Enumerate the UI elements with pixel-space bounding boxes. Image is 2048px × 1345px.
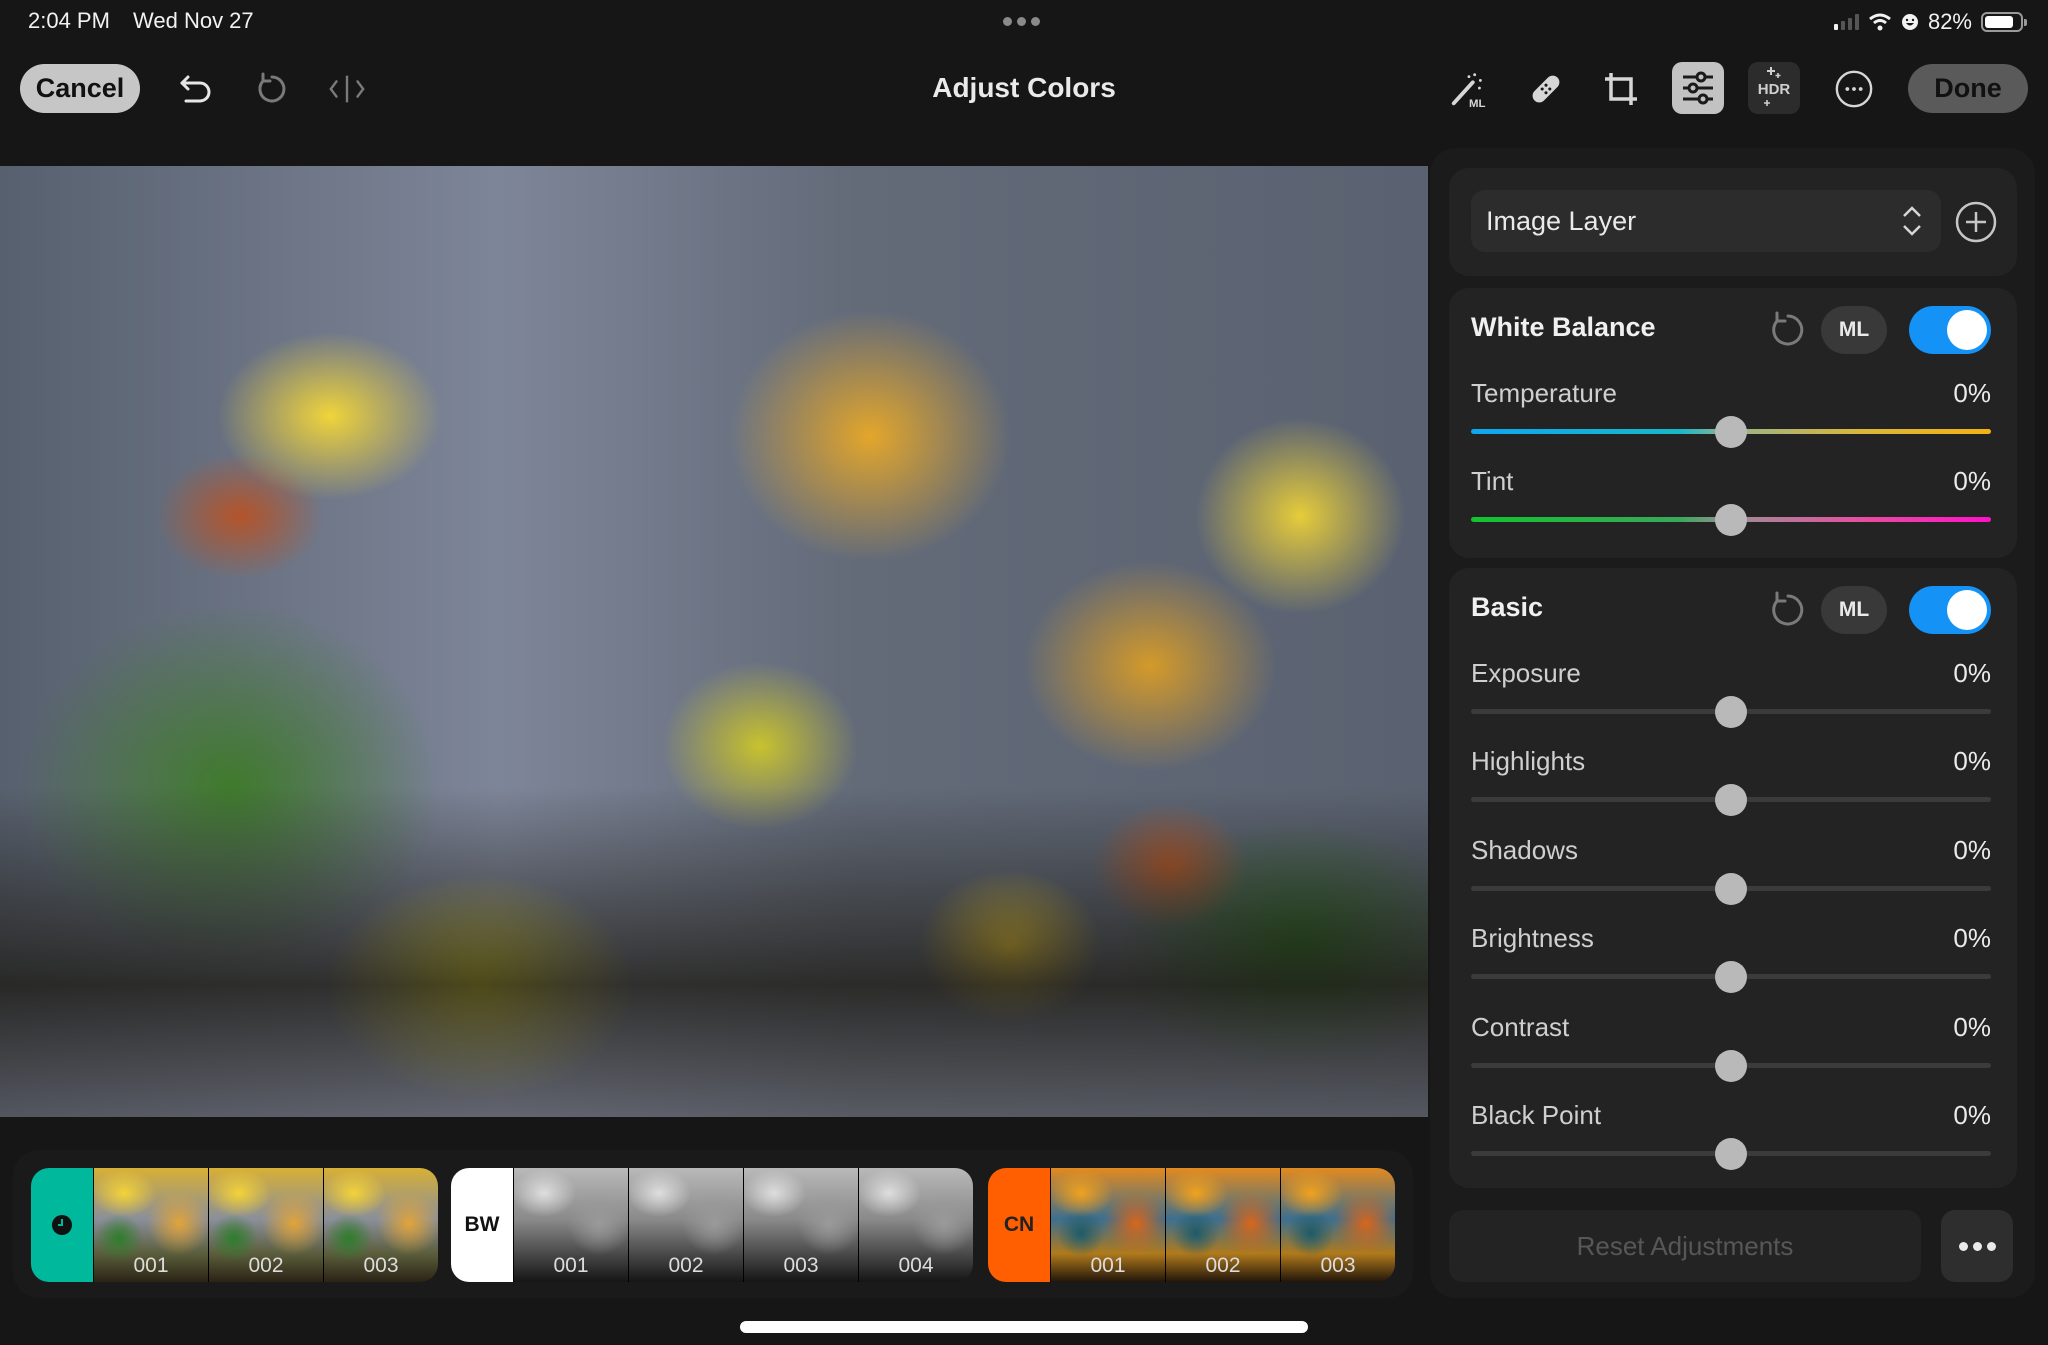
white-balance-title: White Balance xyxy=(1471,312,1656,342)
preset-group-cn: CN 001 002 003 xyxy=(988,1168,1395,1282)
revert-icon[interactable] xyxy=(252,69,292,109)
preset-thumbnail[interactable]: 002 xyxy=(208,1168,323,1282)
adjust-sliders-button[interactable] xyxy=(1672,62,1724,114)
slider-label: Black Point xyxy=(1471,1100,1602,1130)
ml-auto-button[interactable]: ML xyxy=(1821,586,1887,634)
slider-label: Contrast xyxy=(1471,1012,1570,1042)
slider-value: 0% xyxy=(1953,923,1991,953)
preset-thumbnail[interactable]: 003 xyxy=(743,1168,858,1282)
layer-selector[interactable]: Image Layer xyxy=(1471,190,1941,252)
slider-label: Highlights xyxy=(1471,746,1586,776)
preset-group-bw: BW 001 002 003 004 xyxy=(451,1168,973,1282)
preset-thumbnail[interactable]: 001 xyxy=(93,1168,208,1282)
slider-contrast[interactable]: Contrast 0% xyxy=(1471,1012,1991,1092)
slider-label: Temperature xyxy=(1471,378,1617,408)
status-bar: 2:04 PM Wed Nov 27 82% xyxy=(0,0,2048,44)
wifi-icon xyxy=(1869,13,1891,31)
slider-thumb[interactable] xyxy=(1715,873,1747,905)
focus-icon xyxy=(1901,14,1918,30)
panel-more-button[interactable] xyxy=(1941,1210,2013,1282)
status-indicators: 82% xyxy=(1833,9,2027,35)
layer-card: Image Layer xyxy=(1449,168,2017,276)
done-button[interactable]: Done xyxy=(1908,64,2028,113)
slider-tint[interactable]: Tint 0% xyxy=(1471,466,1991,546)
status-date: Wed Nov 27 xyxy=(133,8,254,33)
preset-group-tag-bw[interactable]: BW xyxy=(451,1168,513,1282)
battery-percent: 82% xyxy=(1927,9,1972,34)
slider-label: Exposure xyxy=(1471,658,1581,688)
multitasking-dots[interactable] xyxy=(1003,17,1040,26)
cancel-button[interactable]: Cancel xyxy=(20,64,140,113)
slider-temperature[interactable]: Temperature 0% xyxy=(1471,378,1991,458)
slider-value: 0% xyxy=(1953,746,1991,776)
preset-thumbnail[interactable]: 002 xyxy=(628,1168,743,1282)
slider-value: 0% xyxy=(1953,378,1991,408)
svg-text:ML: ML xyxy=(1469,98,1486,110)
slider-thumb[interactable] xyxy=(1715,504,1747,536)
slider-value: 0% xyxy=(1953,835,1991,865)
preset-group-tag-recent[interactable] xyxy=(31,1168,93,1282)
white-balance-section: White Balance ML Temperature 0% Tint 0% xyxy=(1449,288,2017,558)
slider-label: Tint xyxy=(1471,466,1514,496)
bandage-icon[interactable] xyxy=(1526,69,1566,109)
slider-brightness[interactable]: Brightness 0% xyxy=(1471,923,1991,1003)
slider-label: Shadows xyxy=(1471,835,1578,865)
white-balance-toggle[interactable] xyxy=(1909,306,1991,354)
home-indicator[interactable] xyxy=(740,1321,1308,1333)
slider-exposure[interactable]: Exposure 0% xyxy=(1471,658,1991,738)
preset-thumbnail[interactable]: 003 xyxy=(323,1168,438,1282)
ml-auto-button[interactable]: ML xyxy=(1821,306,1887,354)
preset-group-tag-cn[interactable]: CN xyxy=(988,1168,1050,1282)
slider-shadows[interactable]: Shadows 0% xyxy=(1471,835,1991,915)
slider-thumb[interactable] xyxy=(1715,1050,1747,1082)
slider-thumb[interactable] xyxy=(1715,416,1747,448)
slider-thumb[interactable] xyxy=(1715,1138,1747,1170)
preset-thumbnail[interactable]: 003 xyxy=(1280,1168,1395,1282)
preset-thumbnail[interactable]: 002 xyxy=(1165,1168,1280,1282)
preset-thumbnail[interactable]: 001 xyxy=(1050,1168,1165,1282)
status-time: 2:04 PM xyxy=(28,8,110,33)
crop-icon[interactable] xyxy=(1601,69,1641,109)
slider-thumb[interactable] xyxy=(1715,784,1747,816)
adjust-sliders-icon xyxy=(1683,71,1713,105)
preset-group-recent: 001 002 003 xyxy=(31,1168,438,1282)
slider-thumb[interactable] xyxy=(1715,961,1747,993)
reset-section-icon[interactable] xyxy=(1767,309,1809,351)
slider-value: 0% xyxy=(1953,1012,1991,1042)
preset-filmstrip: 001 002 003 BW 001 002 003 004 CN 001 00… xyxy=(13,1150,1413,1298)
slider-value: 0% xyxy=(1953,1100,1991,1130)
clock-icon xyxy=(52,1215,72,1235)
hdr-button[interactable]: HDR xyxy=(1748,62,1800,114)
preset-thumbnail[interactable]: 001 xyxy=(513,1168,628,1282)
slider-highlights[interactable]: Highlights 0% xyxy=(1471,746,1991,826)
undo-icon[interactable] xyxy=(176,69,216,109)
layer-selector-label: Image Layer xyxy=(1486,205,1637,236)
add-layer-icon[interactable] xyxy=(1955,201,1997,243)
chevron-up-down-icon xyxy=(1903,206,1921,236)
basic-title: Basic xyxy=(1471,592,1544,622)
svg-text:HDR: HDR xyxy=(1758,81,1791,98)
basic-toggle[interactable] xyxy=(1909,586,1991,634)
signal-icon xyxy=(1833,14,1859,30)
battery-icon xyxy=(1981,12,2027,32)
basic-section: Basic ML Exposure 0% Highlights 0% Shado… xyxy=(1449,568,2017,1188)
slider-thumb[interactable] xyxy=(1715,696,1747,728)
slider-value: 0% xyxy=(1953,466,1991,496)
preset-thumbnail[interactable]: 004 xyxy=(858,1168,973,1282)
photo-canvas[interactable] xyxy=(0,166,1428,1117)
toolbar: Cancel Adjust Colors ML HDR Done xyxy=(0,56,2048,126)
hdr-icon: HDR xyxy=(1758,67,1791,106)
adjustments-panel: Image Layer White Balance ML Temperature… xyxy=(1430,148,2035,1298)
ml-magic-wand-icon[interactable]: ML xyxy=(1448,69,1488,110)
slider-black-point[interactable]: Black Point 0% xyxy=(1471,1100,1991,1180)
more-options-icon[interactable] xyxy=(1834,69,1874,109)
reset-section-icon[interactable] xyxy=(1767,589,1809,631)
slider-value: 0% xyxy=(1953,658,1991,688)
reset-adjustments-button[interactable]: Reset Adjustments xyxy=(1449,1210,1921,1282)
page-title: Adjust Colors xyxy=(932,72,1116,103)
slider-label: Brightness xyxy=(1471,923,1594,953)
compare-icon[interactable] xyxy=(327,69,367,109)
